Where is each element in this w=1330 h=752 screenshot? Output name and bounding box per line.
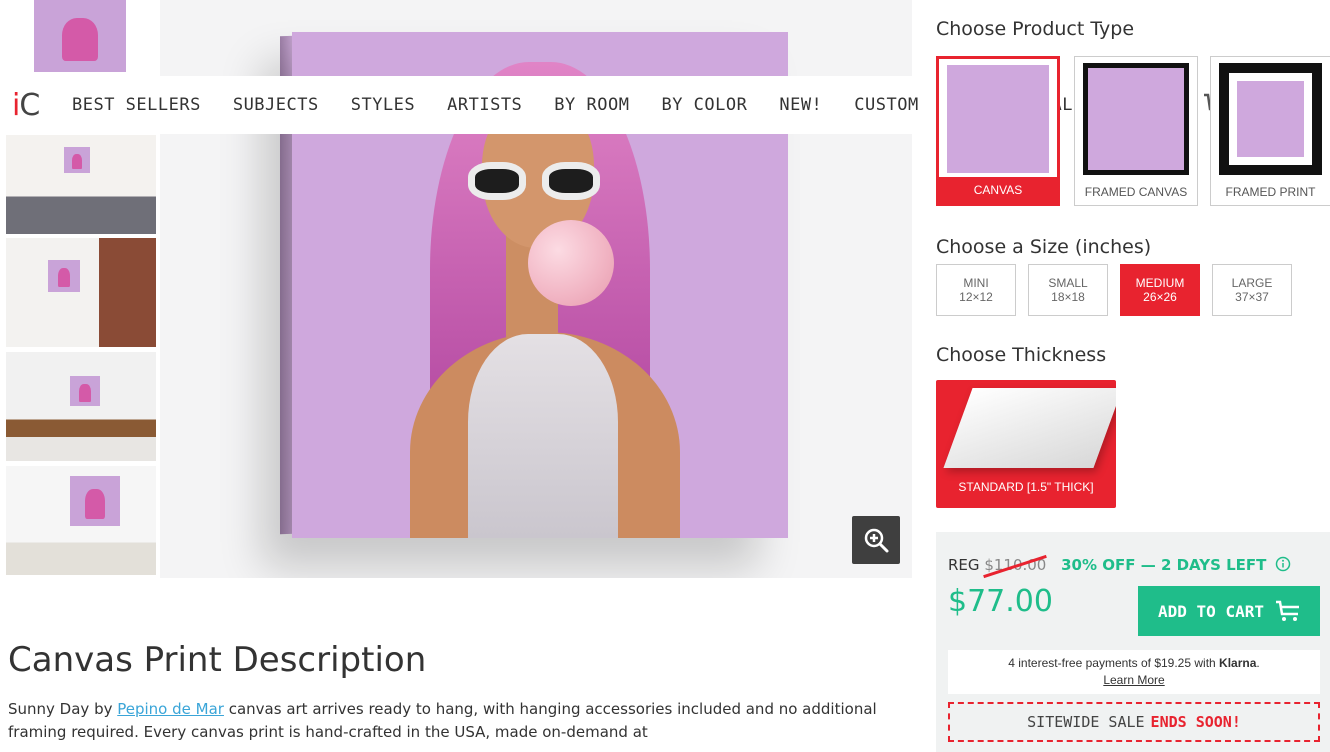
thumbnail-dining-room[interactable] [6,352,156,464]
artist-link[interactable]: Pepino de Mar [117,700,224,718]
zoom-in-icon [864,528,889,553]
price-box: REG $110.00 30% OFF — 2 DAYS LEFT $77.00… [936,532,1330,752]
cart-icon [1275,600,1299,621]
nav-artists[interactable]: ARTISTS [447,95,522,115]
discount-label: 30% OFF — 2 DAYS LEFT [1061,556,1267,574]
product-type-framed-print[interactable]: FRAMED PRINT [1210,56,1330,206]
size-option-mini[interactable]: MINI 12×12 [936,264,1016,316]
thickness-option-standard[interactable]: STANDARD [1.5" THICK] [936,380,1116,508]
regular-price: REG $110.00 30% OFF — 2 DAYS LEFT [948,556,1291,574]
description-title: Canvas Print Description [8,640,427,680]
size-option-large[interactable]: LARGE 37×37 [1212,264,1292,316]
thumbnail-artwork[interactable] [34,0,126,75]
add-to-cart-button[interactable]: ADD TO CART [1138,586,1320,636]
nav-by-room[interactable]: BY ROOM [554,95,629,115]
nav-custom[interactable]: CUSTOM [854,95,918,115]
zoom-button[interactable] [852,516,900,564]
product-type-framed-canvas[interactable]: FRAMED CANVAS [1074,56,1198,206]
klarna-logo: Klarna [1219,656,1257,670]
site-logo[interactable]: iC [12,88,72,123]
size-option-medium[interactable]: MEDIUM 26×26 [1120,264,1200,316]
thickness-heading: Choose Thickness [936,344,1107,366]
nav-best-sellers[interactable]: BEST SELLERS [72,95,201,115]
sitewide-sale-banner: SITEWIDE SALE ENDS SOON! [948,702,1320,742]
nav-subjects[interactable]: SUBJECTS [233,95,319,115]
product-options-panel: Choose Product Type CANVAS FRAMED CANVAS… [936,0,1330,752]
nav-new[interactable]: NEW! [779,95,822,115]
learn-more-link[interactable]: Learn More [1103,673,1164,687]
sale-price: $77.00 [948,584,1053,619]
thumbnail-living-room[interactable] [6,135,156,237]
size-heading: Choose a Size (inches) [936,236,1152,258]
nav-by-color[interactable]: BY COLOR [661,95,747,115]
thumbnail-kitchen[interactable] [6,466,156,578]
size-option-small[interactable]: SMALL 18×18 [1028,264,1108,316]
thumbnail-bedroom[interactable] [6,238,156,350]
product-type-canvas[interactable]: CANVAS [936,56,1060,206]
klarna-financing: 4 interest-free payments of $19.25 with … [948,650,1320,694]
product-type-heading: Choose Product Type [936,18,1135,40]
nav-styles[interactable]: STYLES [351,95,415,115]
info-icon[interactable] [1275,556,1291,572]
strikethrough-price: $110.00 [984,556,1047,574]
description-text: Sunny Day by Pepino de Mar canvas art ar… [8,700,877,741]
